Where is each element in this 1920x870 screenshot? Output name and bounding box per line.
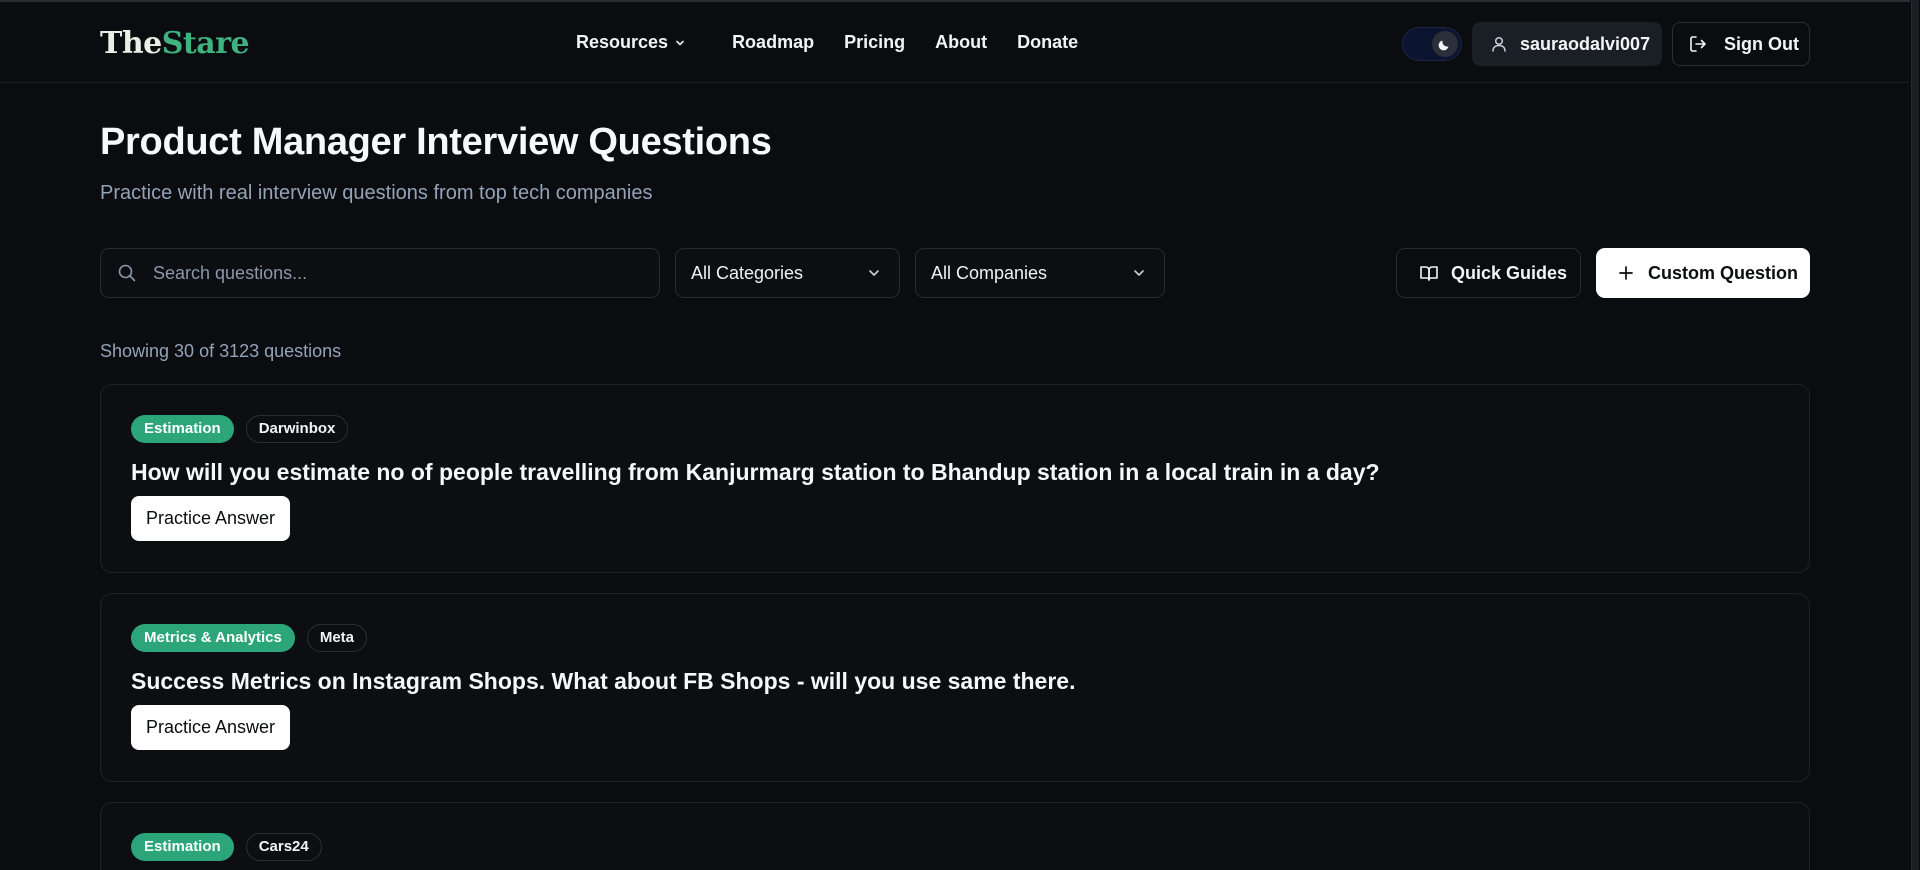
question-card: Metrics & Analytics Meta Success Metrics… [100, 593, 1810, 782]
custom-question-button[interactable]: Custom Question [1596, 248, 1810, 298]
user-account-button[interactable]: sauraodalvi007 [1472, 22, 1662, 66]
chevron-down-icon [1134, 270, 1144, 276]
search-icon [118, 264, 136, 282]
question-text: How will you estimate no of people trave… [131, 459, 1380, 485]
sign-out-icon [1690, 36, 1706, 52]
category-badge: Metrics & Analytics [131, 624, 295, 652]
question-card: Estimation Darwinbox How will you estima… [100, 384, 1810, 573]
question-card: Estimation Cars24 [100, 802, 1810, 870]
search-box[interactable] [100, 248, 660, 298]
category-select-value: All Categories [691, 262, 804, 283]
page-scrollbar[interactable] [1910, 0, 1920, 870]
custom-question-label: Custom Question [1648, 262, 1799, 283]
question-text: Success Metrics on Instagram Shops. What… [131, 668, 1076, 694]
nav-pricing-link[interactable]: Pricing [844, 32, 905, 53]
plus-icon [1619, 266, 1633, 280]
company-badge: Darwinbox [245, 415, 349, 443]
category-badge: Estimation [131, 415, 234, 443]
chevron-down-icon [869, 270, 879, 276]
page-title: Product Manager Interview Questions [100, 121, 772, 163]
question-tags: Estimation Darwinbox [131, 415, 349, 443]
user-icon [1492, 36, 1506, 52]
sign-out-label: Sign Out [1724, 33, 1799, 54]
main-nav: Resources Roadmap Pricing About Donate [576, 32, 1078, 53]
question-tags: Metrics & Analytics Meta [131, 624, 368, 652]
username-label: sauraodalvi007 [1520, 33, 1651, 54]
nav-donate-link[interactable]: Donate [1017, 32, 1078, 53]
company-badge: Meta [306, 624, 368, 652]
quick-guides-label: Quick Guides [1451, 262, 1568, 283]
theme-toggle[interactable] [1402, 27, 1462, 61]
quick-guides-button[interactable]: Quick Guides [1396, 248, 1581, 298]
toggle-knob [1432, 31, 1458, 57]
category-select[interactable]: All Categories [675, 248, 900, 298]
logo[interactable]: TheStare [100, 26, 250, 61]
nav-resources-label: Resources [576, 32, 669, 52]
company-select[interactable]: All Companies [915, 248, 1165, 298]
logo-part-stare: Stare [161, 26, 250, 61]
category-badge: Estimation [131, 833, 234, 861]
company-badge: Cars24 [245, 833, 322, 861]
practice-answer-button[interactable]: Practice Answer [131, 705, 291, 750]
moon-icon [1438, 40, 1449, 51]
logo-part-the: The [100, 26, 162, 61]
book-icon [1420, 266, 1438, 281]
nav-resources-dropdown[interactable]: Resources [576, 32, 686, 53]
scrollbar-thumb[interactable] [1911, 0, 1919, 870]
search-input[interactable] [153, 262, 633, 284]
question-tags: Estimation Cars24 [131, 833, 322, 861]
nav-roadmap-link[interactable]: Roadmap [732, 32, 814, 53]
practice-answer-button[interactable]: Practice Answer [131, 496, 291, 541]
site-header: TheStare Resources Roadmap Pricing About… [0, 2, 1908, 83]
chevron-down-icon [676, 40, 684, 45]
page-subtitle: Practice with real interview questions f… [100, 182, 653, 204]
sign-out-button[interactable]: Sign Out [1672, 22, 1810, 66]
nav-about-link[interactable]: About [935, 32, 987, 53]
results-count: Showing 30 of 3123 questions [100, 341, 342, 361]
company-select-value: All Companies [931, 262, 1048, 283]
